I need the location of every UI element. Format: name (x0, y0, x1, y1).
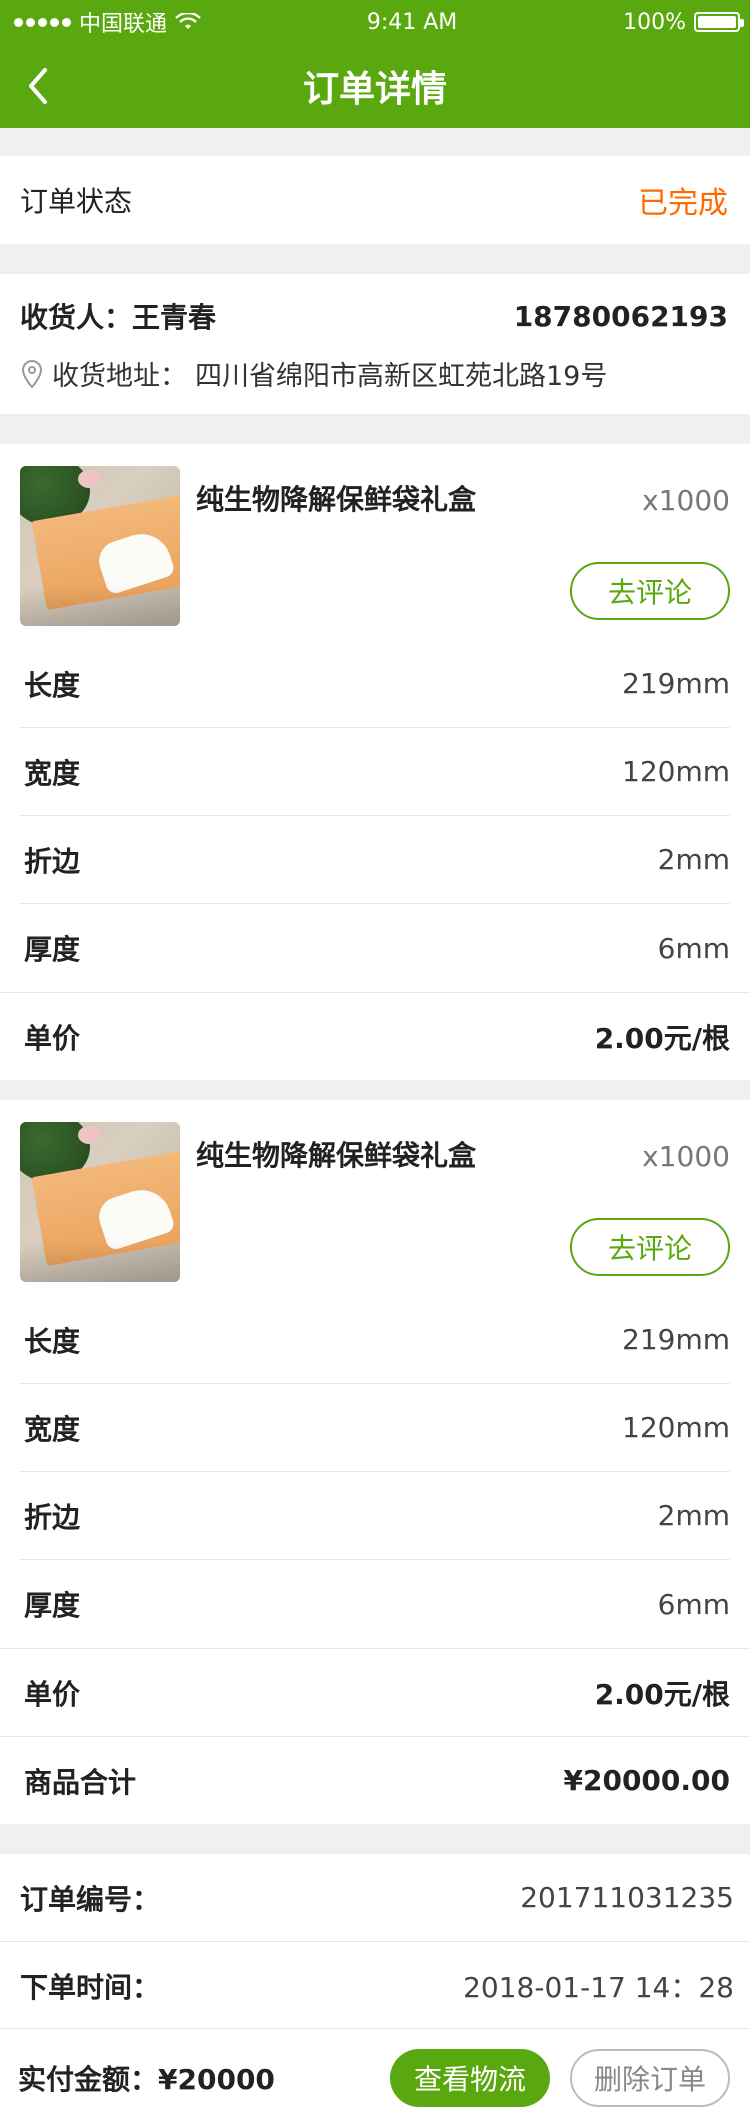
spec-row: 厚度 6mm (20, 1560, 730, 1648)
status-right: 100% (623, 9, 744, 35)
receiver-name-label: 收货人： (20, 301, 133, 334)
address-value: 四川省绵阳市高新区虹苑北路19号 (195, 361, 608, 392)
spec-row: 厚度 6mm (20, 904, 730, 992)
spec-label: 厚度 (24, 933, 81, 966)
goods-total-label: 商品合计 (24, 1765, 137, 1799)
paid-amount: 实付金额：¥20000 (18, 2058, 275, 2098)
chevron-left-icon (29, 68, 47, 104)
order-info-section: 订单编号： 201711031235 下单时间： 2018-01-17 14：2… (0, 1854, 750, 2030)
product-card: 纯生物降解保鲜袋礼盒 x1000 去评论 长度 219mm 宽度 120mm 折… (0, 1100, 750, 1824)
spec-label: 折边 (24, 844, 81, 878)
spec-value: 6mm (657, 1587, 730, 1621)
status-time: 9:41 AM (366, 9, 458, 35)
spec-row: 折边 2mm (20, 816, 730, 904)
spec-value: 2mm (657, 1499, 730, 1532)
unit-price-value: 2.00元/根 (594, 1677, 730, 1711)
spec-value: 120mm (622, 755, 730, 788)
receiver-name: 王青春 (132, 301, 217, 334)
page-title: 订单详情 (302, 69, 447, 110)
spec-label: 宽度 (24, 756, 81, 790)
product-quantity: x1000 (642, 484, 730, 517)
order-time-row: 下单时间： 2018-01-17 14：28 (0, 1942, 750, 2030)
review-button[interactable]: 去评论 (570, 562, 730, 620)
spec-label: 折边 (24, 1500, 81, 1534)
spec-row: 宽度 120mm (20, 728, 730, 816)
receiver-info: 收货人：王青春 18780062193 收货地址： 四川省绵阳市高新区虹苑北路19… (0, 274, 750, 414)
nav-bar: 订单详情 (0, 44, 750, 128)
product-quantity: x1000 (642, 1140, 730, 1173)
spec-value: 2mm (657, 843, 730, 876)
receiver-phone: 18780062193 (513, 299, 728, 333)
order-status-label: 订单状态 (20, 185, 133, 218)
unit-price-value: 2.00元/根 (594, 1021, 730, 1055)
spec-row: 长度 219mm (20, 640, 730, 728)
spec-row: 折边 2mm (20, 1472, 730, 1560)
status-bar: 中国联通 9:41 AM 100% (0, 0, 750, 44)
unit-price-row: 单价 2.00元/根 (0, 992, 750, 1080)
goods-total-row: 商品合计 ¥20000.00 (0, 1736, 750, 1824)
battery-icon (693, 12, 744, 32)
status-left: 中国联通 (14, 6, 201, 38)
product-thumbnail[interactable] (20, 1122, 180, 1282)
review-button[interactable]: 去评论 (570, 1218, 730, 1276)
spec-value: 6mm (657, 931, 730, 965)
signal-icon (14, 17, 71, 27)
spec-value: 219mm (622, 667, 730, 700)
order-time-value: 2018-01-17 14：28 (463, 1971, 734, 2004)
product-thumbnail[interactable] (20, 466, 180, 626)
wifi-icon (175, 13, 201, 29)
view-logistics-button[interactable]: 查看物流 (390, 2049, 550, 2107)
goods-total-value: ¥20000.00 (563, 1764, 731, 1797)
unit-price-label: 单价 (24, 1677, 81, 1711)
spec-value: 120mm (622, 1411, 730, 1444)
order-status-value: 已完成 (638, 186, 728, 221)
battery-percent: 100% (623, 9, 686, 35)
location-pin-icon (21, 359, 43, 388)
unit-price-row: 单价 2.00元/根 (0, 1648, 750, 1736)
spec-label: 长度 (24, 668, 81, 702)
paid-label: 实付金额： (18, 2063, 159, 2096)
spec-label: 厚度 (24, 1589, 81, 1622)
carrier-label: 中国联通 (79, 12, 168, 37)
delete-order-button[interactable]: 删除订单 (570, 2049, 730, 2107)
spec-row: 宽度 120mm (20, 1384, 730, 1472)
spec-row: 长度 219mm (20, 1296, 730, 1384)
receiver-name-group: 收货人：王青春 (20, 296, 216, 336)
order-number-label: 订单编号： (20, 1882, 161, 1916)
order-number-value: 201711031235 (520, 1881, 734, 1914)
spec-label: 长度 (24, 1324, 81, 1358)
unit-price-label: 单价 (24, 1021, 81, 1055)
product-card: 纯生物降解保鲜袋礼盒 x1000 去评论 长度 219mm 宽度 120mm 折… (0, 444, 750, 1080)
spec-value: 219mm (622, 1323, 730, 1356)
order-number-row: 订单编号： 201711031235 (0, 1854, 750, 1942)
order-status-row: 订单状态 已完成 (0, 156, 750, 244)
back-button[interactable] (18, 66, 58, 106)
order-time-label: 下单时间： (20, 1971, 161, 2004)
bottom-action-bar: 实付金额：¥20000 查看物流 删除订单 (0, 2028, 750, 2127)
paid-value: ¥20000 (158, 2063, 275, 2096)
spec-label: 宽度 (24, 1412, 81, 1446)
address-label: 收货地址： (52, 361, 187, 392)
